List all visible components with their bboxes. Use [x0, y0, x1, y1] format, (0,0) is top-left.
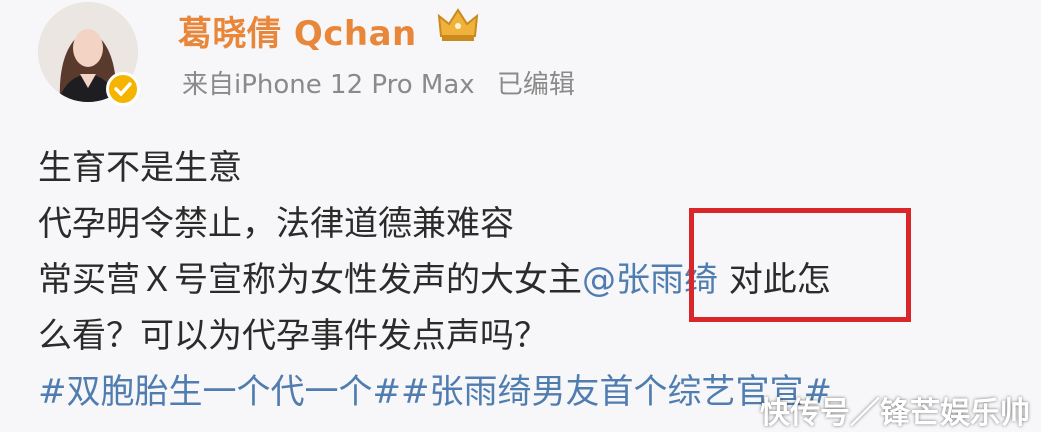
highlight-box — [689, 208, 911, 322]
content-line: 生育不是生意 — [38, 148, 242, 188]
edited-label[interactable]: 已编辑 — [497, 70, 575, 100]
post-meta: 来自iPhone 12 Pro Max 已编辑 — [182, 64, 589, 101]
watermark-text: 快传号／锋芒娱乐帅 — [760, 396, 1030, 431]
verified-badge-icon — [106, 72, 140, 106]
content-text: 常买营Ｘ号宣称为女性发声的大女主 — [38, 260, 582, 300]
crown-icon[interactable] — [437, 6, 479, 44]
post-source: 来自iPhone 12 Pro Max — [182, 70, 475, 100]
watermark: 快传号／锋芒娱乐帅 — [760, 388, 1030, 432]
post-header: 葛晓倩 Qchan 来自iPhone 12 Pro Max 已编辑 — [0, 0, 1041, 130]
username[interactable]: 葛晓倩 Qchan — [178, 6, 417, 55]
